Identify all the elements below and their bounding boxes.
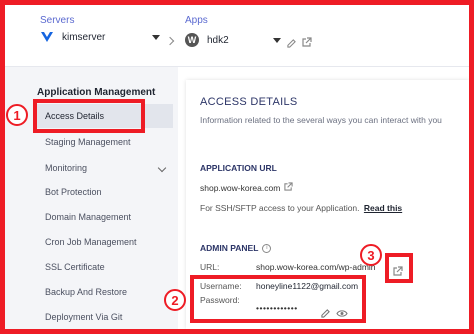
annotation-marker-3: 3 [360, 244, 382, 266]
sidebar-item-label: Deployment Via Git [45, 312, 123, 322]
external-link-icon[interactable] [284, 182, 293, 193]
edit-icon[interactable] [321, 305, 330, 323]
sftp-note-row: For SSH/SFTP access to your Application.… [200, 203, 402, 213]
sidebar: Application Management Access Details St… [5, 67, 178, 329]
server-logo-icon [40, 30, 54, 44]
external-link-icon[interactable] [302, 34, 312, 52]
server-selector[interactable]: kimserver [40, 30, 160, 44]
password-label: Password: [200, 295, 240, 305]
application-url-heading: APPLICATION URL [200, 163, 277, 173]
sidebar-item-ssl-certificate[interactable]: SSL Certificate [33, 255, 173, 279]
username-value[interactable]: honeyline1122@gmail.com [256, 281, 358, 291]
admin-panel-heading: ADMIN PANEL [200, 243, 259, 253]
annotation-marker-1: 1 [6, 104, 28, 126]
edit-icon[interactable] [287, 35, 296, 53]
chevron-right-icon [165, 36, 175, 46]
server-name: kimserver [62, 31, 106, 43]
admin-panel-heading-row: ADMIN PANEL i [200, 243, 272, 253]
page-description: Information related to the several ways … [200, 115, 442, 125]
sidebar-item-label: Access Details [45, 111, 105, 121]
sidebar-item-domain-management[interactable]: Domain Management [33, 205, 173, 229]
application-url-row: shop.wow-korea.com [200, 182, 293, 193]
page-title: ACCESS DETAILS [200, 96, 298, 108]
sidebar-item-label: Backup And Restore [45, 287, 128, 297]
wordpress-icon: W [185, 33, 199, 47]
annotation-marker-2: 2 [164, 289, 186, 311]
sidebar-item-monitoring[interactable]: Monitoring [33, 156, 173, 180]
password-value[interactable]: •••••••••••• [256, 303, 298, 313]
application-url-link[interactable]: shop.wow-korea.com [200, 183, 280, 193]
sidebar-item-label: Domain Management [45, 212, 132, 222]
sftp-note: For SSH/SFTP access to your Application. [200, 203, 360, 213]
sidebar-item-deployment-via-git[interactable]: Deployment Via Git [33, 305, 173, 329]
eye-icon[interactable] [336, 305, 348, 323]
servers-label: Servers [40, 15, 75, 26]
app-name: hdk2 [207, 34, 229, 46]
external-link-icon[interactable] [393, 263, 403, 281]
app-dropdown-icon[interactable] [273, 37, 281, 43]
sidebar-item-label: Bot Protection [45, 187, 102, 197]
info-icon[interactable]: i [262, 243, 272, 253]
sidebar-item-backup-and-restore[interactable]: Backup And Restore [33, 280, 173, 304]
sidebar-title: Application Management [37, 87, 156, 98]
admin-url-label: URL: [200, 262, 220, 272]
server-dropdown-icon[interactable] [152, 34, 160, 40]
apps-label: Apps [185, 15, 208, 26]
sidebar-item-label: SSL Certificate [45, 262, 105, 272]
read-this-link[interactable]: Read this [364, 203, 402, 213]
username-label: Username: [200, 281, 242, 291]
sidebar-item-access-details[interactable]: Access Details [33, 104, 173, 128]
sidebar-item-staging-management[interactable]: Staging Management [33, 130, 173, 154]
app-selector[interactable]: W hdk2 [185, 33, 281, 47]
sidebar-item-bot-protection[interactable]: Bot Protection [33, 180, 173, 204]
sidebar-item-cron-job-management[interactable]: Cron Job Management [33, 230, 173, 254]
sidebar-item-label: Staging Management [45, 137, 131, 147]
sidebar-item-label: Cron Job Management [45, 237, 137, 247]
chevron-down-icon[interactable] [157, 163, 167, 173]
access-details-panel: ACCESS DETAILS Information related to th… [186, 80, 469, 329]
top-bar: Servers kimserver Apps W hdk2 [5, 5, 469, 67]
sidebar-item-label: Monitoring [45, 163, 88, 173]
